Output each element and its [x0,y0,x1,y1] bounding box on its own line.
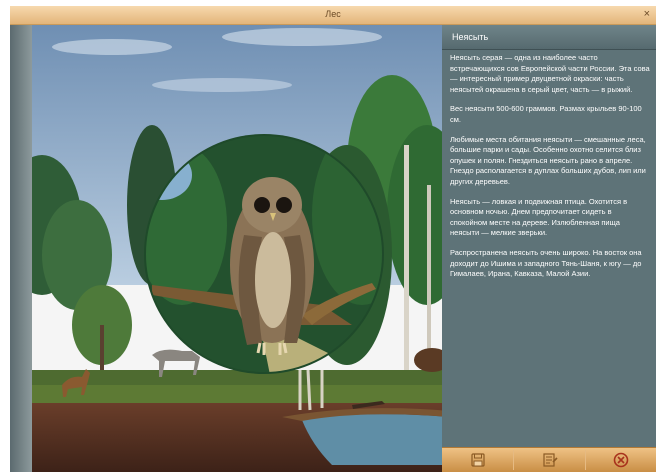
info-paragraph: Распространена неясыть очень широко. На … [450,247,642,279]
info-panel-title: Неясыть [452,32,489,42]
app-window: Лес × Неясыть Неясыть серая — одна из на… [10,6,656,472]
info-paragraph: Неясыть — ловкая и подвижная птица. Охот… [450,196,628,238]
forest-illustration [32,25,450,472]
bottom-toolbar [442,447,656,472]
info-paragraph: Любимые места обитания неясыти — смешанн… [450,134,646,186]
info-panel-header: Неясыть [442,25,656,50]
notes-icon [542,453,558,467]
close-circle-icon [613,452,629,468]
save-button[interactable] [442,448,513,472]
window-title: Лес [325,9,341,19]
forest-scene [32,25,450,472]
info-panel-text[interactable]: Неясыть серая — одна из наиболее часто в… [450,53,650,447]
info-paragraph: Неясыть серая — одна из наиболее часто в… [450,53,650,94]
window-close-button[interactable]: × [644,8,650,20]
close-panel-button[interactable] [586,448,656,472]
title-bar: Лес × [10,6,656,25]
left-edge-strip [10,25,32,472]
save-icon [470,453,485,467]
info-paragraph: Вес неясыти 500-600 граммов. Размах крыл… [450,104,642,124]
notes-button[interactable] [514,448,585,472]
info-panel: Неясыть Неясыть серая — одна из наиболее… [442,25,656,472]
